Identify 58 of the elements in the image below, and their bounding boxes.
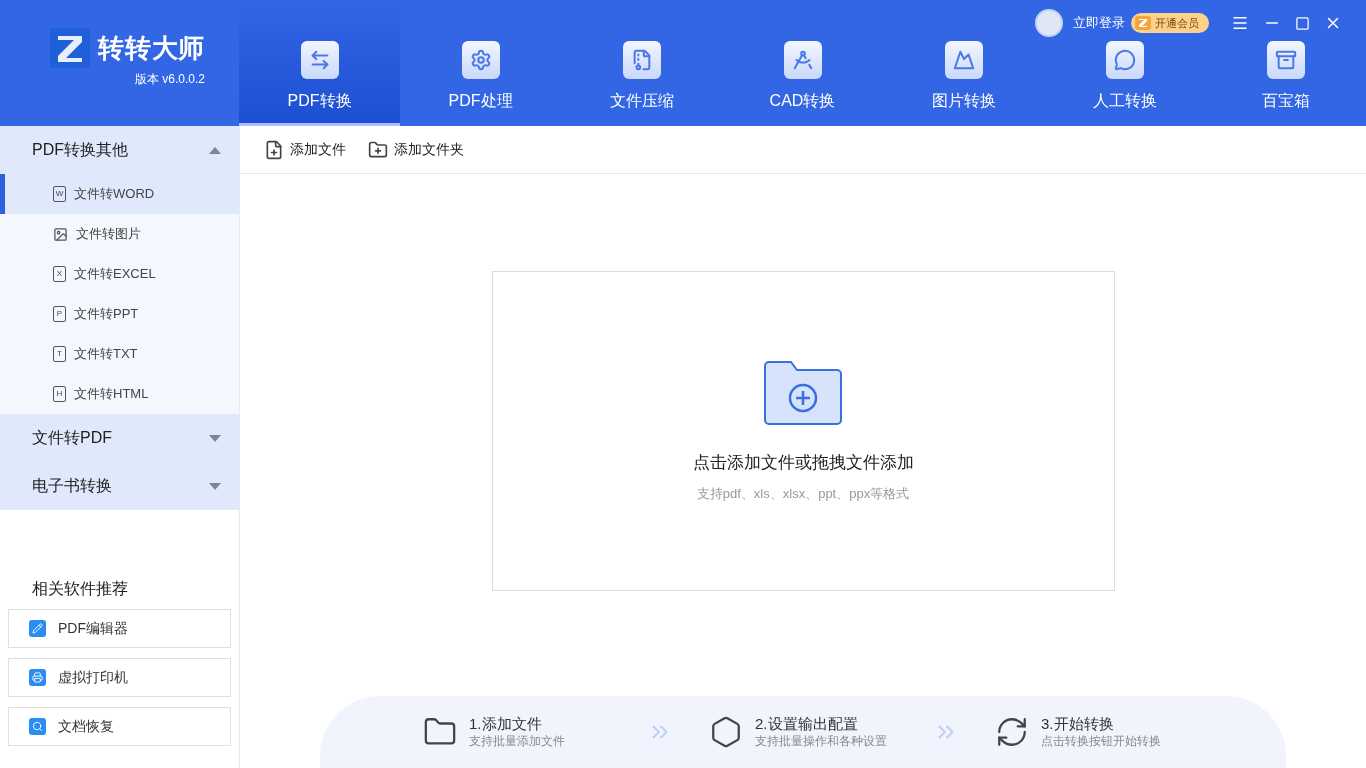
- sidebar-item[interactable]: X 文件转EXCEL: [0, 254, 239, 294]
- add-file-icon: [264, 139, 284, 160]
- app-icon: [29, 718, 46, 735]
- add-folder-icon: [763, 360, 843, 426]
- recommended-app-button[interactable]: 文档恢复: [8, 707, 231, 746]
- recommended-app-button[interactable]: PDF编辑器: [8, 609, 231, 648]
- module-icon: [944, 41, 983, 79]
- sidebar-item[interactable]: H 文件转HTML: [0, 374, 239, 414]
- file-type-icon: X: [53, 266, 66, 282]
- drop-zone[interactable]: 点击添加文件或拖拽文件添加 支持pdf、xls、xlsx、ppt、ppx等格式: [491, 271, 1115, 591]
- module-icon: [783, 41, 822, 79]
- vip-badge[interactable]: 开通会员: [1131, 13, 1209, 33]
- vip-logo-icon: [1135, 16, 1151, 30]
- toolbar-button[interactable]: 添加文件: [264, 139, 346, 160]
- step-subtitle: 点击转换按钮开始转换: [1041, 733, 1161, 749]
- module-icon: [1105, 41, 1144, 79]
- module-icon: [622, 41, 661, 79]
- file-type-icon: H: [53, 386, 66, 402]
- sidebar-item[interactable]: P 文件转PPT: [0, 294, 239, 334]
- file-type-icon: P: [53, 306, 66, 322]
- app-name: 转转大师: [98, 31, 205, 65]
- recommend-title: 相关软件推荐: [31, 579, 129, 599]
- module-icon: [1266, 41, 1305, 79]
- file-type-icon: T: [53, 346, 66, 362]
- maximize-icon[interactable]: [1295, 15, 1310, 31]
- avatar-icon[interactable]: [1035, 9, 1063, 37]
- app-icon: [29, 620, 46, 637]
- sidebar-item[interactable]: T 文件转TXT: [0, 334, 239, 374]
- module-icon: [300, 41, 339, 79]
- drop-zone-title: 点击添加文件或拖拽文件添加: [692, 452, 914, 474]
- step-subtitle: 支持批量添加文件: [469, 733, 565, 749]
- module-tab[interactable]: 文件压缩: [561, 0, 722, 126]
- step-title: 3.开始转换: [1041, 715, 1115, 734]
- sidebar-item[interactable]: W 文件转WORD: [0, 174, 239, 214]
- app-logo-icon: [50, 28, 91, 68]
- toolbar-button[interactable]: 添加文件夹: [368, 139, 464, 160]
- module-tab[interactable]: 图片转换: [883, 0, 1044, 126]
- step-title: 2.设置输出配置: [755, 715, 859, 734]
- step-title: 1.添加文件: [469, 715, 543, 734]
- file-type-icon: W: [53, 186, 66, 202]
- add-folder-icon: [368, 139, 388, 160]
- step-icon: [709, 715, 743, 749]
- version-label: 版本 v6.0.0.2: [134, 71, 205, 88]
- login-link[interactable]: 立即登录: [1073, 13, 1125, 33]
- sidebar-group[interactable]: 电子书转换: [0, 462, 239, 510]
- image-file-icon: [53, 226, 68, 242]
- module-icon: [461, 41, 500, 79]
- sidebar-item[interactable]: 文件转图片: [0, 214, 239, 254]
- recommended-app-button[interactable]: 虚拟打印机: [8, 658, 231, 697]
- app-icon: [29, 669, 46, 686]
- drop-zone-hint: 支持pdf、xls、xlsx、ppt、ppx等格式: [696, 484, 910, 503]
- sidebar-group[interactable]: 文件转PDF: [0, 414, 239, 462]
- module-tab[interactable]: PDF处理: [400, 0, 561, 126]
- step-subtitle: 支持批量操作和各种设置: [755, 733, 887, 749]
- module-tab[interactable]: CAD转换: [722, 0, 883, 126]
- step-icon: [995, 715, 1029, 749]
- menu-icon[interactable]: [1231, 14, 1249, 32]
- sidebar-group[interactable]: PDF转换其他: [0, 126, 239, 174]
